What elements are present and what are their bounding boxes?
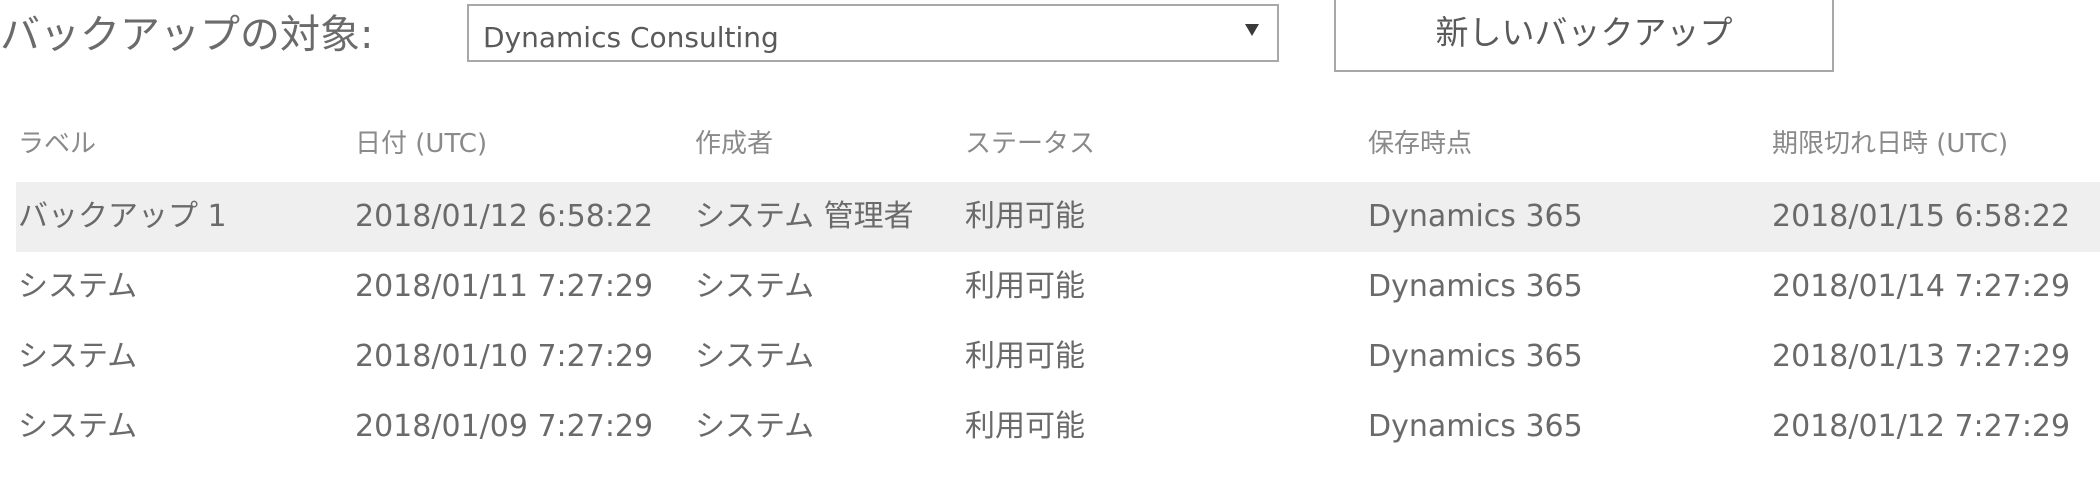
cell-expires: 2018/01/12 7:27:29 [1772,409,2071,444]
cell-status: 利用可能 [965,269,1085,304]
cell-created-by: システム [695,409,815,444]
chevron-down-icon [1245,24,1259,36]
cell-date: 2018/01/10 7:27:29 [355,339,654,374]
cell-version: Dynamics 365 [1368,269,1583,304]
column-header-date[interactable]: 日付 (UTC) [355,110,487,178]
table-row[interactable]: システム 2018/01/11 7:27:29 システム 利用可能 Dynami… [0,252,2100,322]
cell-version: Dynamics 365 [1368,199,1583,234]
cell-created-by: システム [695,339,815,374]
table-row[interactable]: システム 2018/01/10 7:27:29 システム 利用可能 Dynami… [0,322,2100,392]
cell-date: 2018/01/12 6:58:22 [355,199,654,234]
backup-toolbar: バックアップの対象: Dynamics Consulting 新しいバックアップ [0,0,2100,80]
cell-created-by: システム [695,269,815,304]
cell-expires: 2018/01/14 7:27:29 [1772,269,2071,304]
cell-version: Dynamics 365 [1368,339,1583,374]
backup-page: バックアップの対象: Dynamics Consulting 新しいバックアップ… [0,0,2100,483]
cell-label: システム [18,269,138,304]
cell-status: 利用可能 [965,409,1085,444]
cell-label: システム [18,409,138,444]
cell-label: バックアップ 1 [18,199,227,234]
cell-version: Dynamics 365 [1368,409,1583,444]
column-header-expires[interactable]: 期限切れ日時 (UTC) [1772,110,2008,178]
cell-status: 利用可能 [965,199,1085,234]
cell-created-by: システム 管理者 [695,199,914,234]
cell-date: 2018/01/11 7:27:29 [355,269,654,304]
table-header: ラベル 日付 (UTC) 作成者 ステータス 保存時点 期限切れ日時 (UTC) [0,110,2100,178]
column-header-status[interactable]: ステータス [965,110,1095,178]
backup-target-dropdown[interactable]: Dynamics Consulting [467,4,1279,62]
cell-label: システム [18,339,138,374]
backup-table: ラベル 日付 (UTC) 作成者 ステータス 保存時点 期限切れ日時 (UTC)… [0,110,2100,462]
cell-date: 2018/01/09 7:27:29 [355,409,654,444]
backup-target-label: バックアップの対象: [0,12,374,58]
column-header-version[interactable]: 保存時点 [1368,110,1472,178]
table-row[interactable]: システム 2018/01/09 7:27:29 システム 利用可能 Dynami… [0,392,2100,462]
cell-expires: 2018/01/15 6:58:22 [1772,199,2071,234]
cell-status: 利用可能 [965,339,1085,374]
cell-expires: 2018/01/13 7:27:29 [1772,339,2071,374]
new-backup-button[interactable]: 新しいバックアップ [1334,0,1834,72]
column-header-created-by[interactable]: 作成者 [695,110,773,178]
column-header-label[interactable]: ラベル [18,110,96,178]
table-row[interactable]: バックアップ 1 2018/01/12 6:58:22 システム 管理者 利用可… [0,182,2100,252]
backup-target-value: Dynamics Consulting [483,21,779,54]
